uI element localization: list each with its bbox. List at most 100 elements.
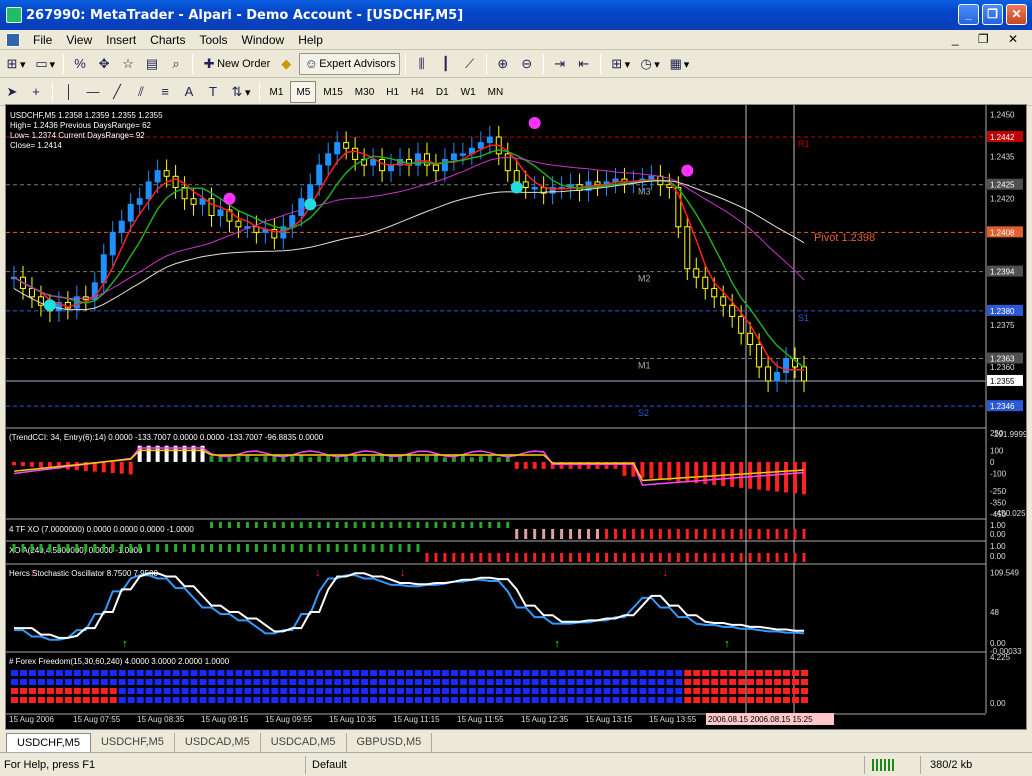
- xoa-bar: [515, 553, 519, 562]
- fibonacci-button[interactable]: ≡: [154, 81, 176, 103]
- tfxo-bar: [605, 529, 608, 539]
- timeframe-h4-button[interactable]: H4: [406, 81, 429, 103]
- zoom-out-icon: ⊖: [521, 56, 533, 71]
- cci-histogram-bar: [766, 461, 771, 491]
- tfxo-bar: [254, 522, 258, 528]
- crosshair-tool-button[interactable]: +: [25, 81, 47, 103]
- document-icon[interactable]: [6, 32, 20, 47]
- freedom-cell: [334, 670, 342, 676]
- timeframe-h1-button[interactable]: H1: [381, 81, 404, 103]
- cci-histogram-bar: [380, 454, 385, 462]
- menu-tools[interactable]: Tools: [193, 33, 235, 47]
- freedom-cell: [702, 697, 710, 703]
- xoa-bar: [93, 544, 97, 552]
- new-order-icon: ✚: [203, 56, 215, 71]
- new-chart-button[interactable]: ⊞ ▾: [1, 53, 29, 75]
- xoa-bar: [254, 544, 258, 552]
- chart-tab[interactable]: USDCHF,M5: [6, 733, 91, 752]
- menu-view[interactable]: View: [59, 33, 99, 47]
- timeframe-m15-button[interactable]: M15: [318, 81, 347, 103]
- menu-file[interactable]: File: [26, 33, 59, 47]
- freedom-cell: [738, 688, 746, 694]
- mdi-window-controls[interactable]: _ ❐ ✕: [952, 32, 1026, 46]
- chart-info-line: High= 1.2436 Previous DaysRange= 62: [10, 121, 152, 130]
- candle: [720, 296, 727, 306]
- cci-histogram-bar: [433, 454, 438, 462]
- freedom-cell: [316, 679, 324, 685]
- chart-tab[interactable]: USDCAD,M5: [261, 733, 347, 752]
- metaeditor-button[interactable]: ◆: [275, 53, 297, 75]
- freedom-cell: [774, 679, 782, 685]
- chart-tab[interactable]: GBPUSD,M5: [347, 733, 433, 752]
- new-order-button[interactable]: ✚ New Order: [198, 53, 273, 75]
- cursor-button[interactable]: ➤: [1, 81, 23, 103]
- timeframe-d1-button[interactable]: D1: [431, 81, 454, 103]
- chart-window[interactable]: R1 M3 M2 S1 M1 S2 Pivot 1.2398 USDCHF,M5 1.2358…: [5, 104, 1028, 730]
- freedom-cell: [747, 670, 755, 676]
- trendline-button[interactable]: ╱: [106, 81, 128, 103]
- zoom-out-button[interactable]: ⊖: [516, 53, 538, 75]
- menu-window[interactable]: Window: [235, 33, 292, 47]
- arrows-button[interactable]: ⇅ ▾: [226, 81, 254, 103]
- autoscroll-button[interactable]: ⇥: [549, 53, 571, 75]
- xoa-bar: [183, 544, 187, 552]
- menu-help[interactable]: Help: [291, 33, 330, 47]
- line-chart-button[interactable]: ⟋: [459, 53, 481, 75]
- market-watch-button[interactable]: %: [69, 53, 91, 75]
- tfxo-bar: [227, 522, 231, 528]
- indicators-button[interactable]: ⊞ ▾: [606, 53, 634, 75]
- freedom-cell: [19, 688, 27, 694]
- close-button[interactable]: ✕: [1006, 4, 1027, 25]
- xoa-bar: [631, 553, 635, 562]
- timeframe-m1-button[interactable]: M1: [265, 81, 289, 103]
- chart-shift-button[interactable]: ⇤: [573, 53, 595, 75]
- freedom-cell: [666, 688, 674, 694]
- equidistant-channel-button[interactable]: ⫽: [130, 81, 152, 103]
- chart-tab[interactable]: USDCAD,M5: [175, 733, 261, 752]
- xoa-bar: [560, 553, 564, 562]
- xoa-bar: [569, 553, 573, 562]
- zoom-in-button[interactable]: ⊕: [492, 53, 514, 75]
- minimize-button[interactable]: _: [958, 4, 979, 25]
- profiles-button[interactable]: ▭ ▾: [31, 53, 59, 75]
- tester-button[interactable]: ⌕: [165, 53, 187, 75]
- templates-button[interactable]: ▦ ▾: [665, 53, 693, 75]
- periodicity-button[interactable]: ◷ ▾: [635, 53, 663, 75]
- text-label-button[interactable]: T: [202, 81, 224, 103]
- time-axis-label: 15 Aug 07:55: [73, 715, 121, 724]
- freedom-cell: [648, 697, 656, 703]
- freedom-cell: [756, 679, 764, 685]
- xoa-bar: [667, 553, 671, 562]
- terminal-button[interactable]: ▤: [141, 53, 163, 75]
- timeframe-m5-button[interactable]: M5: [290, 81, 317, 103]
- bar-chart-button[interactable]: ⫼: [411, 53, 433, 75]
- freedom-cell: [576, 688, 584, 694]
- cci-histogram-bar: [685, 461, 690, 483]
- expert-advisors-button[interactable]: ☺ Expert Advisors: [299, 53, 400, 75]
- price-chart[interactable]: R1 M3 M2 S1 M1 S2 Pivot 1.2398 USDCHF,M5 1.2358…: [6, 105, 1028, 729]
- navigator-button[interactable]: ☆: [117, 53, 139, 75]
- timeframe-m30-button[interactable]: M30: [350, 81, 379, 103]
- freedom-cell: [100, 679, 108, 685]
- cci-histogram-bar: [317, 456, 322, 462]
- chart-tab[interactable]: USDCHF,M5: [91, 733, 175, 752]
- freedom-cell: [118, 697, 126, 703]
- freedom-cell: [163, 688, 171, 694]
- xoa-bar: [407, 544, 411, 552]
- text-tool-button[interactable]: A: [178, 81, 200, 103]
- candlestick-button[interactable]: ┃: [435, 53, 457, 75]
- timeframe-mn-button[interactable]: MN: [483, 81, 509, 103]
- tfxo-bar: [461, 522, 465, 528]
- data-window-button[interactable]: ✥: [93, 53, 115, 75]
- horizontal-line-button[interactable]: —: [82, 81, 104, 103]
- xoa-bar: [712, 553, 716, 562]
- freedom-cell: [199, 679, 207, 685]
- menu-insert[interactable]: Insert: [99, 33, 143, 47]
- maximize-button[interactable]: ❐: [982, 4, 1003, 25]
- timeframe-w1-button[interactable]: W1: [456, 81, 481, 103]
- vertical-line-button[interactable]: │: [58, 81, 80, 103]
- tfxo-bar: [721, 529, 725, 539]
- tfxo-bar: [299, 522, 303, 528]
- menu-charts[interactable]: Charts: [143, 33, 192, 47]
- freedom-cell: [567, 688, 575, 694]
